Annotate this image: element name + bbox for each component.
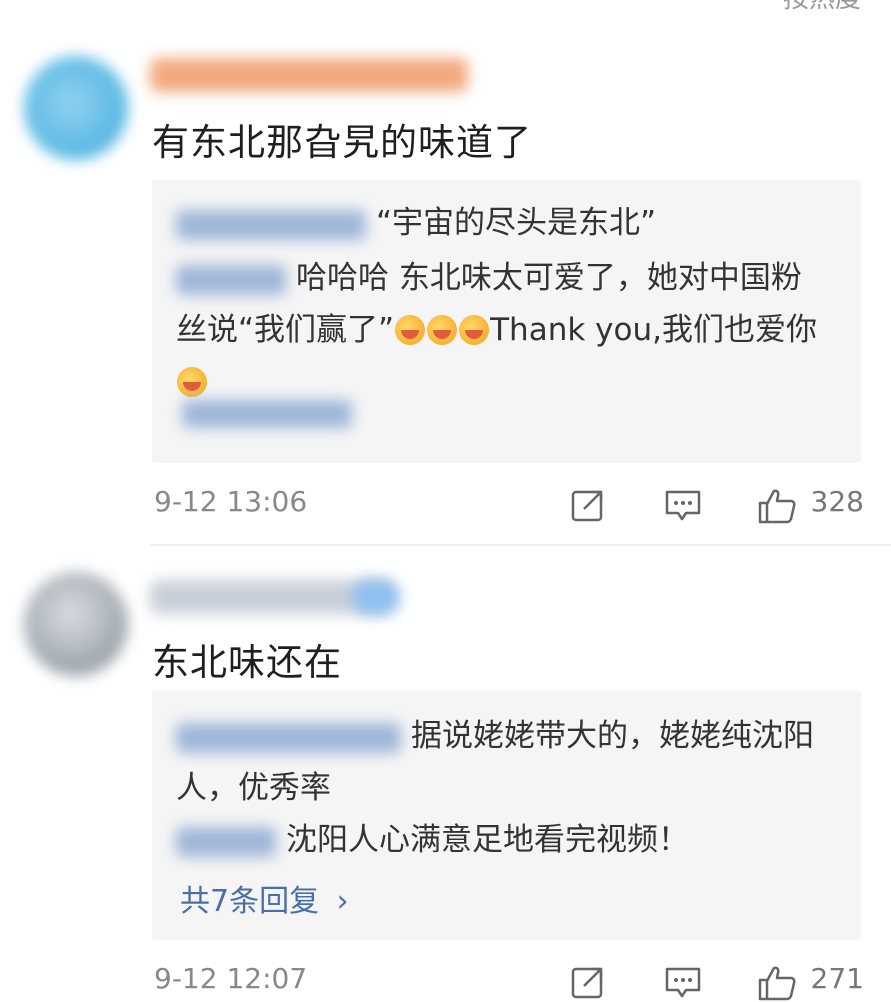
emoji-icon <box>459 315 490 345</box>
badge-redacted <box>352 580 400 614</box>
divider <box>150 544 891 546</box>
reply-item[interactable]: 哈哈哈 东北味太可爱了，她对中国粉 丝说“我们赢了” Thank you,我们也爱… <box>176 252 825 408</box>
sort-toggle[interactable]: 按热度 <box>783 0 861 15</box>
reply-item[interactable]: “宇宙的尽头是东北” <box>176 197 825 249</box>
comment-text: 东北味还在 <box>152 641 342 684</box>
more-replies-link[interactable]: 共7条回复 › <box>180 876 349 920</box>
reply-username-redacted <box>176 722 401 753</box>
comment-icon[interactable] <box>664 487 702 523</box>
reply-text: 哈哈哈 东北味太可爱了，她对中国粉 <box>296 260 802 296</box>
reply-item[interactable]: 据说姥姥带大的，姥姥纯沈阳 人，优秀率 <box>176 710 825 814</box>
like-icon[interactable] <box>757 487 797 525</box>
reply-username-redacted <box>176 264 286 295</box>
reply-preview-box[interactable]: “宇宙的尽头是东北” 哈哈哈 东北味太可爱了，她对中国粉 丝说“我们赢了” Tha… <box>152 180 861 463</box>
reply-text: “宇宙的尽头是东北” <box>376 205 657 241</box>
comment-time: 9-12 13:06 <box>154 485 308 518</box>
reply-text: 据说姥姥带大的，姥姥纯沈阳 <box>411 718 814 754</box>
comment-time: 9-12 12:07 <box>154 962 308 995</box>
like-count: 271 <box>810 962 864 995</box>
comment-meta: 9-12 12:07 271 <box>154 962 864 1002</box>
username-redacted[interactable] <box>150 58 468 92</box>
emoji-icon <box>177 367 207 397</box>
avatar[interactable] <box>24 56 128 160</box>
comment-icon[interactable] <box>664 964 702 1000</box>
more-replies-redacted[interactable] <box>182 400 352 428</box>
comment-meta: 9-12 13:06 328 <box>154 485 864 525</box>
share-icon[interactable] <box>570 487 606 523</box>
comment-text: 有东北那旮旯的味道了 <box>152 121 532 164</box>
reply-text: 人，优秀率 <box>176 770 331 806</box>
like-icon[interactable] <box>757 964 797 1002</box>
reply-text: 沈阳人心满意足地看完视频！ <box>286 822 689 858</box>
reply-item[interactable]: 沈阳人心满意足地看完视频！ <box>176 814 825 866</box>
reply-username-redacted <box>176 209 366 240</box>
reply-preview-box[interactable]: 据说姥姥带大的，姥姥纯沈阳 人，优秀率 沈阳人心满意足地看完视频！ 共7条回复 … <box>152 690 861 940</box>
like-count: 328 <box>810 485 864 518</box>
reply-text: Thank you,我们也爱你 <box>490 312 817 348</box>
avatar[interactable] <box>24 572 128 676</box>
emoji-icon <box>395 315 426 345</box>
reply-text: 丝说“我们赢了” <box>176 312 395 348</box>
more-replies-label: 共7条回复 <box>180 884 320 919</box>
chevron-right-icon: › <box>336 884 349 919</box>
share-icon[interactable] <box>570 964 606 1000</box>
reply-username-redacted <box>176 826 276 857</box>
emoji-icon <box>427 315 458 345</box>
